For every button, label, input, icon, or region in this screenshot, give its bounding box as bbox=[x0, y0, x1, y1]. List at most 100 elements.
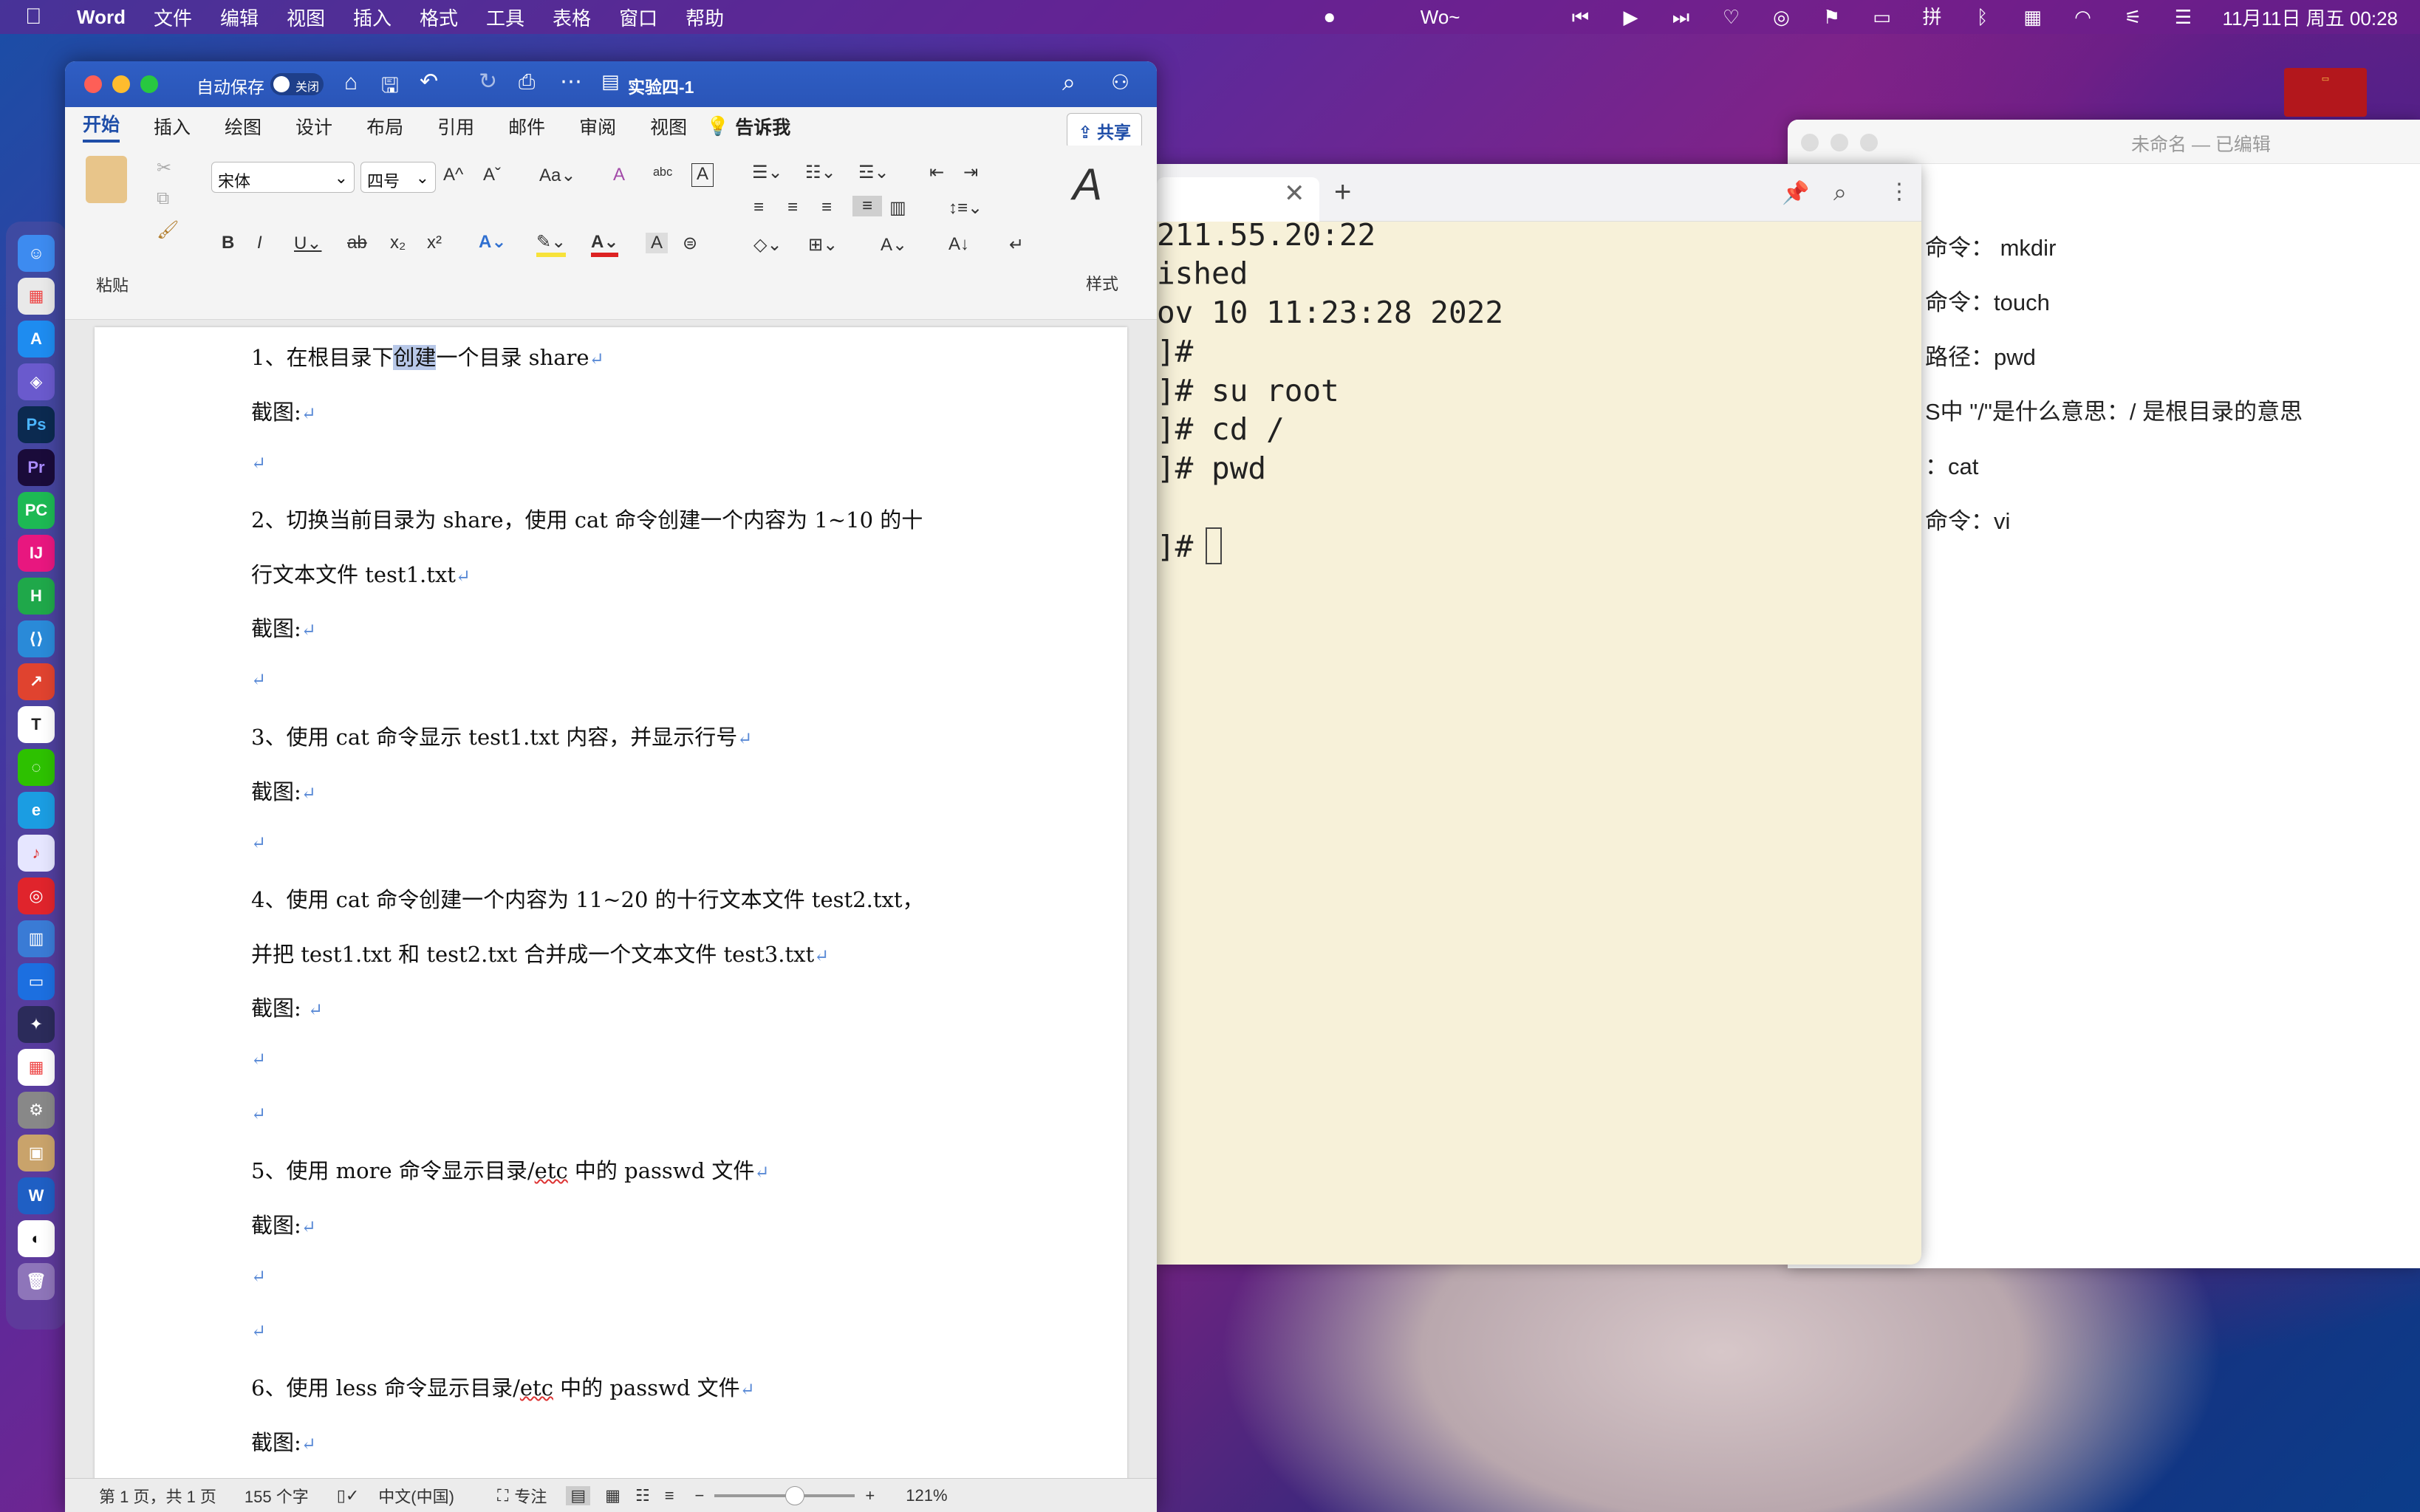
numbering-icon[interactable]: ☷⌄ bbox=[805, 162, 836, 183]
outline-icon[interactable]: ☷ bbox=[635, 1486, 650, 1505]
multilevel-list-icon[interactable]: ☲⌄ bbox=[858, 162, 889, 183]
premiere-icon[interactable]: Pr bbox=[18, 449, 55, 486]
align-right-icon[interactable]: ≡ bbox=[821, 197, 832, 218]
grow-font-icon[interactable]: A^ bbox=[443, 165, 463, 185]
paragraph-2[interactable]: 2、切换当前目录为 share，使用 cat 命令创建一个内容为 1~10 的十 bbox=[251, 503, 923, 534]
shading-icon[interactable]: ◇⌄ bbox=[753, 234, 782, 256]
maximize-icon[interactable] bbox=[1860, 134, 1878, 151]
menu-format[interactable]: 格式 bbox=[420, 4, 458, 31]
search-icon[interactable]: ⌕ bbox=[1833, 179, 1847, 207]
print-icon[interactable]: ⎙ bbox=[519, 70, 535, 95]
empty-paragraph[interactable]: ↵ bbox=[251, 829, 266, 854]
menu-file[interactable]: 文件 bbox=[154, 4, 192, 31]
zoom-out-icon[interactable]: − bbox=[695, 1486, 705, 1505]
search-icon[interactable]: ⌕ bbox=[1062, 69, 1076, 97]
control-center-icon[interactable]: ☰ bbox=[2173, 7, 2195, 27]
paragraph-1[interactable]: 1、在根目录下创建一个目录 share↵ bbox=[251, 341, 604, 372]
zoom-slider[interactable] bbox=[714, 1485, 855, 1505]
change-case-icon[interactable]: Aa⌄ bbox=[539, 165, 575, 186]
menu-table[interactable]: 表格 bbox=[553, 4, 591, 31]
sort-icon[interactable]: A↓ bbox=[948, 234, 969, 255]
copy-icon[interactable]: ⧉ bbox=[157, 188, 169, 209]
wechat-icon[interactable]: ◌ bbox=[18, 749, 55, 786]
remote-icon[interactable]: ↗ bbox=[18, 663, 55, 700]
note-line[interactable]: 命令：touch bbox=[1925, 284, 2050, 317]
desktop-icon[interactable]: ▭ bbox=[18, 963, 55, 1000]
clock[interactable]: 11月11日 周五 00:28 bbox=[2223, 4, 2399, 31]
font-color-icon[interactable]: A⌄ bbox=[591, 231, 619, 257]
share-button[interactable]: ⇪ 共享 bbox=[1067, 113, 1142, 148]
menu-insert[interactable]: 插入 bbox=[353, 4, 392, 31]
menu-help[interactable]: 帮助 bbox=[686, 4, 724, 31]
terminal-prompt[interactable]: ]# bbox=[1157, 529, 1211, 564]
apple-icon[interactable]:  bbox=[25, 4, 55, 30]
close-icon[interactable] bbox=[1801, 134, 1819, 151]
show-marks-icon[interactable]: ↵ bbox=[1009, 234, 1024, 256]
empty-paragraph[interactable]: ↵ bbox=[251, 1317, 266, 1342]
tab-layout[interactable]: 布局 bbox=[366, 113, 403, 140]
superscript-icon[interactable]: x² bbox=[427, 233, 442, 253]
text-effects-icon[interactable]: A⌄ bbox=[479, 231, 506, 253]
chat-icon[interactable]: ▭ bbox=[1871, 7, 1893, 27]
word-dock-icon[interactable]: W bbox=[18, 1177, 55, 1214]
zoom-slider-knob[interactable] bbox=[785, 1485, 805, 1505]
note-line[interactable]: ：cat bbox=[1925, 448, 1978, 481]
note-line[interactable]: S中 "/"是什么意思：/ 是根目录的意思 bbox=[1925, 393, 2303, 426]
typora-icon[interactable]: T bbox=[18, 706, 55, 743]
justify-icon[interactable]: ≡ bbox=[852, 196, 882, 216]
more-icon[interactable]: ⋯ bbox=[560, 69, 582, 95]
intellij-icon[interactable]: IJ bbox=[18, 535, 55, 572]
more-icon[interactable]: ⋮ bbox=[1888, 179, 1910, 205]
flag-icon[interactable]: ⚑ bbox=[1821, 7, 1843, 27]
save-icon[interactable]: 🖫 bbox=[381, 70, 399, 106]
menu-tools[interactable]: 工具 bbox=[486, 4, 524, 31]
hbuilder-icon[interactable]: H bbox=[18, 578, 55, 615]
record-icon[interactable]: ⏺ bbox=[1319, 7, 1341, 27]
focus-icon[interactable]: ⛶ bbox=[497, 1486, 508, 1505]
paragraph-5[interactable]: 5、使用 more 命令显示目录/etc 中的 passwd 文件↵ bbox=[251, 1154, 770, 1185]
menu-view[interactable]: 视图 bbox=[287, 4, 325, 31]
language[interactable]: 中文(中国) bbox=[378, 1484, 454, 1508]
shrink-font-icon[interactable]: Aˇ bbox=[483, 165, 501, 185]
autosave-toggle[interactable]: 关闭 bbox=[270, 73, 324, 95]
web-layout-icon[interactable]: ▦ bbox=[605, 1486, 621, 1505]
zoom-level[interactable]: 121% bbox=[906, 1486, 947, 1505]
trash-icon[interactable]: 🗑 bbox=[18, 1263, 55, 1300]
new-tab-icon[interactable]: + bbox=[1334, 176, 1351, 209]
vscode-icon[interactable]: ⟨⟩ bbox=[18, 620, 55, 657]
proofing-icon[interactable]: ▯✓ bbox=[337, 1486, 360, 1505]
finder-icon[interactable]: ☺ bbox=[18, 235, 55, 272]
heart-icon[interactable]: ♡ bbox=[1720, 7, 1743, 27]
menu-window[interactable]: 窗口 bbox=[619, 4, 657, 31]
subscript-icon[interactable]: x₂ bbox=[390, 233, 406, 253]
align-left-icon[interactable]: ≡ bbox=[753, 197, 764, 218]
paragraph-6[interactable]: 6、使用 less 命令显示目录/etc 中的 passwd 文件↵ bbox=[251, 1371, 755, 1402]
screen-icon[interactable]: ▥ bbox=[18, 920, 55, 957]
home-icon[interactable]: ⌂ bbox=[344, 70, 358, 95]
tab-insert[interactable]: 插入 bbox=[154, 113, 191, 140]
qq-icon[interactable]: ◐ bbox=[18, 1220, 55, 1257]
next-track-icon[interactable]: ⏭ bbox=[1670, 7, 1692, 27]
paragraph-4[interactable]: 4、使用 cat 命令创建一个内容为 11~20 的十行文本文件 test2.t… bbox=[251, 883, 924, 914]
focus-label[interactable]: 专注 bbox=[514, 1484, 547, 1508]
photoshop-icon[interactable]: Ps bbox=[18, 406, 55, 443]
system-settings-icon[interactable]: ⚙ bbox=[18, 1092, 55, 1129]
minimize-window-icon[interactable] bbox=[112, 75, 130, 93]
undo-icon[interactable]: ↶ bbox=[420, 69, 438, 95]
distributed-icon[interactable]: ▥ bbox=[889, 197, 906, 219]
previous-track-icon[interactable]: ⏮ bbox=[1570, 7, 1592, 27]
format-painter-icon[interactable]: 🖌 bbox=[157, 219, 179, 241]
share-icon[interactable]: ⚟ bbox=[2122, 7, 2144, 27]
italic-icon[interactable]: I bbox=[257, 233, 262, 253]
desktop-image-icon[interactable]: ▭ bbox=[2284, 68, 2367, 117]
underline-icon[interactable]: U⌄ bbox=[294, 233, 321, 254]
paste-icon[interactable] bbox=[86, 156, 127, 203]
empty-paragraph[interactable]: ↵ bbox=[251, 1262, 266, 1287]
asian-layout-icon[interactable]: A⌄ bbox=[881, 234, 907, 256]
print-layout-icon[interactable]: ▤ bbox=[566, 1485, 591, 1505]
paragraph-3[interactable]: 3、使用 cat 命令显示 test1.txt 内容，并显示行号↵ bbox=[251, 720, 752, 751]
note-line[interactable]: 命令： mkdir bbox=[1925, 229, 2056, 262]
keyboard-icon[interactable]: ▦ bbox=[2022, 7, 2044, 27]
empty-paragraph[interactable]: ↵ bbox=[251, 1045, 266, 1070]
strikethrough-icon[interactable]: ab bbox=[347, 233, 367, 253]
